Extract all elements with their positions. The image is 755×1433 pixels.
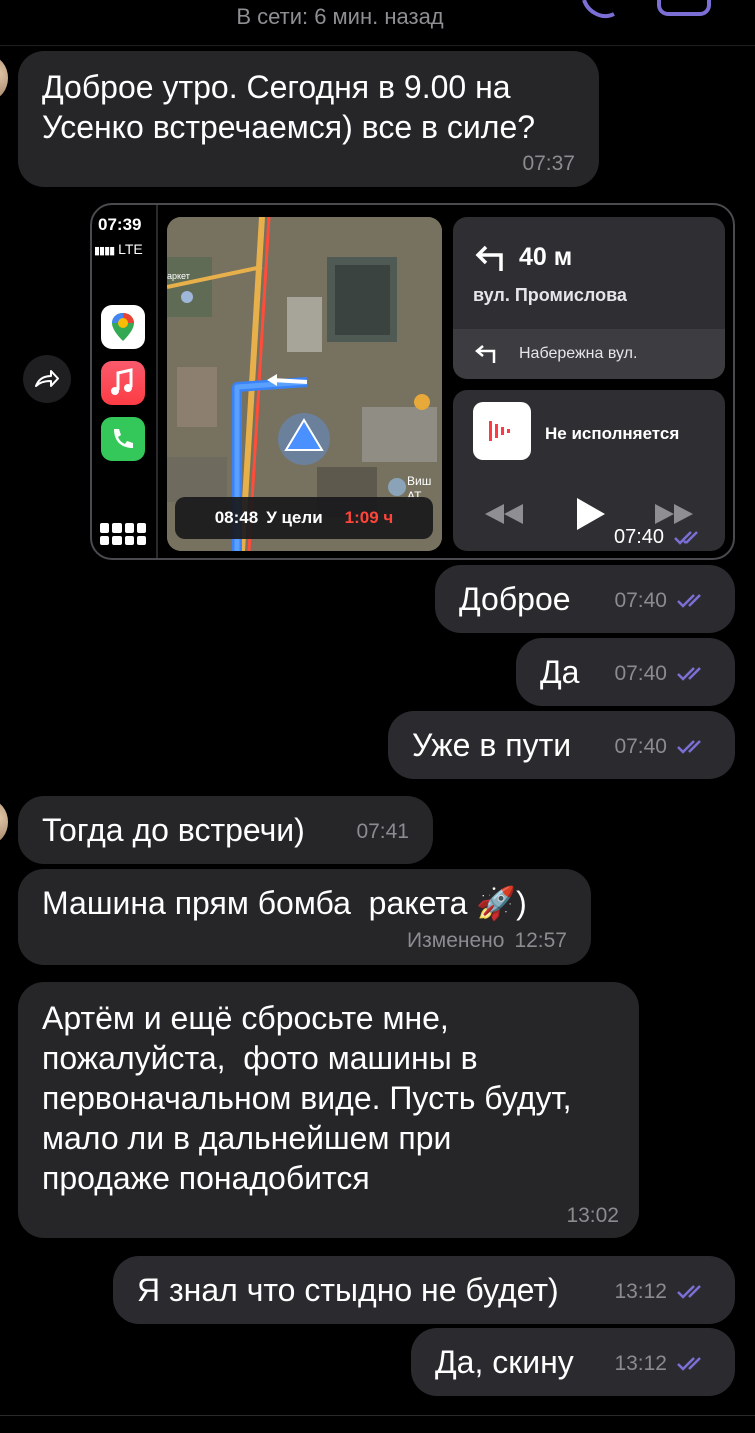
- eta-time: 08:48: [214, 508, 259, 527]
- eta-remaining: 1:09 ч: [344, 508, 394, 527]
- image-time-stamp: 07:40: [614, 526, 706, 549]
- turn-distance: 40 м: [519, 243, 573, 271]
- avatar[interactable]: [0, 800, 8, 844]
- message-time: 07:40: [614, 589, 667, 612]
- message-time: 13:12: [614, 1352, 667, 1375]
- network-label: LTE: [118, 241, 143, 257]
- contact-status: В сети: 6 мин. назад: [236, 4, 444, 29]
- carplay-sidebar: 07:39 ▮▮▮▮ LTE: [92, 205, 158, 558]
- turn-left-icon: [475, 245, 503, 271]
- read-checkmarks-icon: [677, 594, 701, 608]
- eta-bar: 08:48 У цели 1:09 ч: [175, 497, 433, 539]
- signal-icon: ▮▮▮▮: [94, 245, 115, 257]
- message-text: Артём и ещё сбросьте мне, пожалуйста, фо…: [42, 1000, 572, 1196]
- message-text: Доброе утро. Сегодня в 9.00 на Усенко вс…: [42, 69, 536, 145]
- music-icon: [101, 361, 145, 405]
- message-text: Уже в пути: [412, 727, 572, 763]
- message-time: 13:12: [614, 1280, 667, 1303]
- composer-divider: [0, 1415, 755, 1416]
- message-text: Да: [540, 654, 580, 690]
- app-grid-icon: [100, 523, 146, 545]
- forward-icon: [35, 370, 59, 387]
- carplay-map: аркет Виш АТ 08:48 У цели 1:09 ч: [167, 217, 442, 551]
- read-checkmarks-icon: [677, 740, 701, 754]
- message-bubble[interactable]: Доброе утро. Сегодня в 9.00 на Усенко вс…: [18, 51, 599, 187]
- message-bubble[interactable]: Уже в пути 07:40: [388, 711, 735, 779]
- message-text: Да, скину: [435, 1344, 574, 1380]
- message-time: 07:37: [522, 152, 575, 175]
- message-bubble[interactable]: Да 07:40: [516, 638, 735, 706]
- message-text: Тогда до встречи): [42, 812, 305, 848]
- message-bubble[interactable]: Да, скину 13:12: [411, 1328, 735, 1396]
- navigation-card: 40 м вул. Промислова Набережна вул.: [453, 217, 725, 379]
- message-bubble[interactable]: Машина прям бомба ракета 🚀) Изменено 12:…: [18, 869, 591, 965]
- message-time: 07:41: [356, 820, 409, 843]
- fast-forward-icon: [655, 504, 693, 524]
- turn-street: вул. Промислова: [473, 285, 627, 305]
- message-text: Доброе: [459, 581, 571, 617]
- header-divider: [0, 45, 755, 46]
- eta-label: У цели: [266, 508, 323, 527]
- message-time: 07:40: [614, 662, 667, 685]
- carplay-clock: 07:39: [98, 215, 142, 234]
- play-icon: [577, 498, 605, 530]
- turn-left-small-icon: [475, 345, 496, 363]
- video-call-icon[interactable]: [655, 0, 725, 20]
- edited-label: Изменено: [407, 929, 505, 952]
- rewind-icon: [485, 504, 523, 524]
- message-time: 12:57: [514, 929, 567, 952]
- map-label: аркет: [167, 271, 190, 281]
- music-app-icon: [473, 402, 531, 460]
- forward-button[interactable]: [23, 355, 71, 403]
- carplay-network: ▮▮▮▮ LTE: [94, 241, 143, 257]
- message-time: 07:40: [614, 526, 665, 548]
- message-time: 13:02: [566, 1204, 619, 1227]
- message-bubble[interactable]: Артём и ещё сбросьте мне, пожалуйста, фо…: [18, 982, 639, 1238]
- google-maps-icon: [101, 305, 145, 349]
- message-bubble[interactable]: Тогда до встречи) 07:41: [18, 796, 433, 864]
- read-checkmarks-icon: [677, 667, 701, 681]
- message-time: 07:40: [614, 735, 667, 758]
- read-checkmarks-icon: [677, 1285, 701, 1299]
- phone-icon: [101, 417, 145, 461]
- message-bubble[interactable]: Доброе 07:40: [435, 565, 735, 633]
- next-street: Набережна вул.: [519, 345, 638, 362]
- next-maneuver: Набережна вул.: [453, 329, 725, 379]
- message-bubble[interactable]: Я знал что стыдно не будет) 13:12: [113, 1256, 735, 1324]
- avatar[interactable]: [0, 56, 8, 100]
- music-status: Не исполняется: [545, 424, 680, 443]
- message-text: Машина прям бомба ракета 🚀): [42, 885, 527, 921]
- message-text: Я знал что стыдно не будет): [137, 1272, 559, 1308]
- read-checkmarks-icon: [677, 1357, 701, 1371]
- read-checkmarks-icon: [674, 530, 698, 545]
- map-label: Виш: [407, 474, 431, 488]
- phone-call-icon[interactable]: [580, 0, 624, 20]
- carplay-screenshot-image[interactable]: 07:39 ▮▮▮▮ LTE аркет Виш АТ 08:48 У цели…: [90, 203, 735, 560]
